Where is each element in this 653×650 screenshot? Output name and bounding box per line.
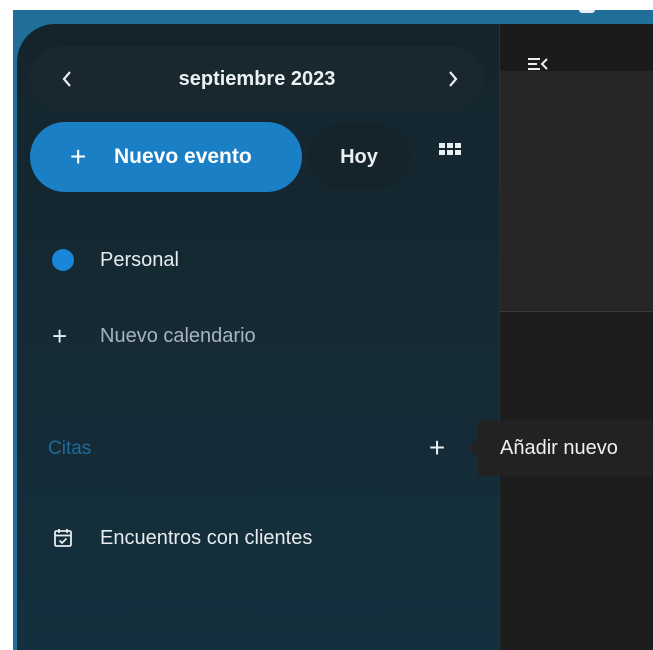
new-calendar-label: Nuevo calendario xyxy=(100,325,256,347)
new-calendar-button[interactable]: + Nuevo calendario xyxy=(48,316,448,356)
new-event-label: Nuevo evento xyxy=(114,145,252,168)
calendar-panel xyxy=(500,71,653,312)
calendar-view xyxy=(499,24,653,650)
window-handle xyxy=(579,10,595,13)
today-button[interactable]: Hoy xyxy=(308,124,410,190)
calendar-color-dot xyxy=(52,249,74,271)
collapse-sidebar-icon[interactable] xyxy=(527,56,549,72)
next-month-button[interactable] xyxy=(428,46,478,112)
calendar-check-icon xyxy=(54,529,72,547)
chevron-right-icon xyxy=(449,71,458,87)
previous-month-button[interactable] xyxy=(42,46,92,112)
new-event-button[interactable]: + Nuevo evento xyxy=(30,122,302,192)
appointment-type-item[interactable]: Encuentros con clientes xyxy=(48,518,448,558)
plus-icon: + xyxy=(70,141,87,172)
calendar-label: Personal xyxy=(100,249,179,271)
tooltip-text: Añadir nuevo xyxy=(500,437,618,459)
add-appointment-button[interactable]: + xyxy=(420,428,454,468)
month-label[interactable]: septiembre 2023 xyxy=(90,46,424,112)
calendar-toolbar xyxy=(500,24,653,71)
calendar-item-personal[interactable]: Personal xyxy=(48,240,448,280)
month-navigator: septiembre 2023 xyxy=(30,46,484,112)
tooltip-arrow xyxy=(468,438,478,458)
section-title-citas: Citas xyxy=(48,438,92,459)
chevron-left-icon xyxy=(62,71,71,87)
grid-view-icon[interactable] xyxy=(434,138,466,166)
tooltip: Añadir nuevo xyxy=(478,420,653,476)
plus-icon: + xyxy=(52,321,68,351)
appointment-type-label: Encuentros con clientes xyxy=(100,527,313,549)
